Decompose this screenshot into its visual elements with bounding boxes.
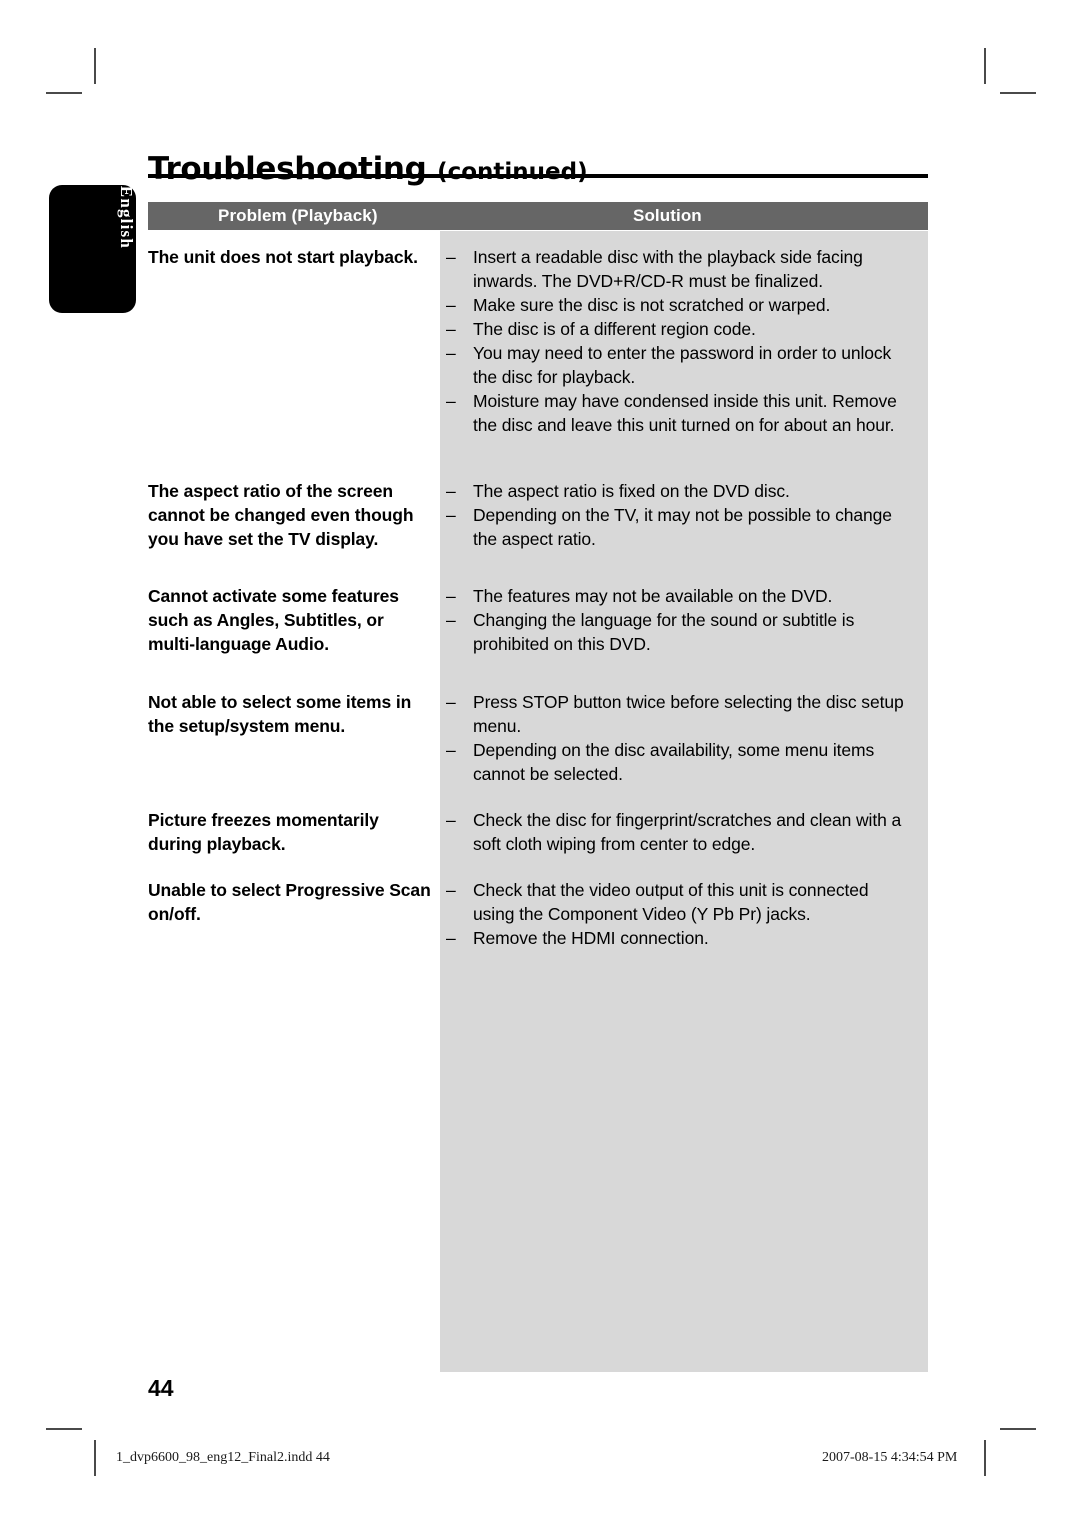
bullet-dash-icon: –	[446, 740, 456, 760]
solution-text: Changing the language for the sound or s…	[473, 610, 855, 654]
solution-bullet: – Depending on the TV, it may not be poss…	[440, 503, 910, 551]
solution-cell: – The features may not be available on th…	[440, 584, 910, 656]
solution-text: Check the disc for fingerprint/scratches…	[473, 810, 902, 854]
page-title: Troubleshooting (continued)	[148, 151, 588, 187]
problem-cell: Unable to select Progressive Scan on/off…	[148, 880, 431, 924]
solution-text: Make sure the disc is not scratched or w…	[473, 295, 831, 315]
solution-cell: – Check the disc for fingerprint/scratche…	[440, 808, 910, 856]
bullet-dash-icon: –	[446, 586, 456, 606]
bullet-dash-icon: –	[446, 247, 456, 267]
problem-cell: The unit does not start playback.	[148, 247, 418, 267]
solution-bullet: – You may need to enter the password in o…	[440, 341, 910, 389]
solution-text: You may need to enter the password in or…	[473, 343, 892, 387]
bullet-dash-icon: –	[446, 810, 456, 830]
crop-mark-bottom-right-vertical	[984, 1440, 986, 1476]
solution-cell: – Insert a readable disc with the playbac…	[440, 245, 910, 437]
solution-text: Press STOP button twice before selecting…	[473, 692, 904, 736]
solution-bullet: – The features may not be available on th…	[440, 584, 910, 608]
bullet-dash-icon: –	[446, 481, 456, 501]
problem-cell: The aspect ratio of the screen cannot be…	[148, 481, 414, 549]
problem-cell: Cannot activate some features such as An…	[148, 586, 399, 654]
language-tab-label: English	[117, 185, 136, 249]
bullet-dash-icon: –	[446, 295, 456, 315]
solution-bullet: – Check that the video output of this uni…	[440, 878, 910, 926]
crop-mark-bottom-left-horizontal	[46, 1428, 82, 1430]
page-number: 44	[148, 1375, 174, 1401]
bullet-dash-icon: –	[446, 319, 456, 339]
solution-text: Remove the HDMI connection.	[473, 928, 709, 948]
crop-mark-top-right-vertical	[984, 48, 986, 84]
bullet-dash-icon: –	[446, 692, 456, 712]
solution-bullet: – Changing the language for the sound or …	[440, 608, 910, 656]
footer-file-name: 1_dvp6600_98_eng12_Final2.indd 44	[116, 1450, 330, 1465]
solution-bullet: – Moisture may have condensed inside this…	[440, 389, 910, 437]
solution-text: Depending on the TV, it may not be possi…	[473, 505, 892, 549]
solution-text: Depending on the disc availability, some…	[473, 740, 875, 784]
crop-mark-top-right-horizontal	[1000, 92, 1036, 94]
bullet-dash-icon: –	[446, 505, 456, 525]
problem-cell: Not able to select some items in the set…	[148, 692, 412, 736]
solution-text: The disc is of a different region code.	[473, 319, 756, 339]
bullet-dash-icon: –	[446, 610, 456, 630]
solution-cell: – The aspect ratio is fixed on the DVD di…	[440, 479, 910, 551]
solution-text: The aspect ratio is fixed on the DVD dis…	[473, 481, 790, 501]
column-header-solution: Solution	[633, 206, 702, 225]
crop-mark-bottom-right-horizontal	[1000, 1428, 1036, 1430]
solution-bullet: – Press STOP button twice before selectin…	[440, 690, 910, 738]
bullet-dash-icon: –	[446, 391, 456, 411]
solution-cell: – Press STOP button twice before selectin…	[440, 690, 910, 786]
table-header-bar: Problem (Playback) Solution	[148, 202, 928, 230]
column-header-problem: Problem (Playback)	[218, 206, 378, 225]
solution-text: The features may not be available on the…	[473, 586, 833, 606]
solution-bullet: – Make sure the disc is not scratched or …	[440, 293, 910, 317]
solution-text: Check that the video output of this unit…	[473, 880, 869, 924]
page-title-continued: (continued)	[437, 158, 588, 185]
page-title-main: Troubleshooting	[148, 150, 427, 187]
solution-bullet: – Depending on the disc availability, som…	[440, 738, 910, 786]
crop-mark-top-left-horizontal	[46, 92, 82, 94]
problem-cell: Picture freezes momentarily during playb…	[148, 810, 379, 854]
bullet-dash-icon: –	[446, 880, 456, 900]
solution-text: Moisture may have condensed inside this …	[473, 391, 897, 435]
bullet-dash-icon: –	[446, 928, 456, 948]
bullet-dash-icon: –	[446, 343, 456, 363]
solution-bullet: – The aspect ratio is fixed on the DVD di…	[440, 479, 910, 503]
solution-bullet: – Check the disc for fingerprint/scratche…	[440, 808, 910, 856]
crop-mark-bottom-left-vertical	[94, 1440, 96, 1476]
language-tab: English	[49, 185, 136, 313]
title-divider	[148, 174, 928, 178]
solution-cell: – Check that the video output of this uni…	[440, 878, 910, 950]
solution-bullet: – Remove the HDMI connection.	[440, 926, 910, 950]
solution-bullet: – The disc is of a different region code.	[440, 317, 910, 341]
crop-mark-top-left-vertical	[94, 48, 96, 84]
footer-timestamp: 2007-08-15 4:34:54 PM	[822, 1450, 958, 1465]
solution-bullet: – Insert a readable disc with the playbac…	[440, 245, 910, 293]
solution-text: Insert a readable disc with the playback…	[473, 247, 863, 291]
